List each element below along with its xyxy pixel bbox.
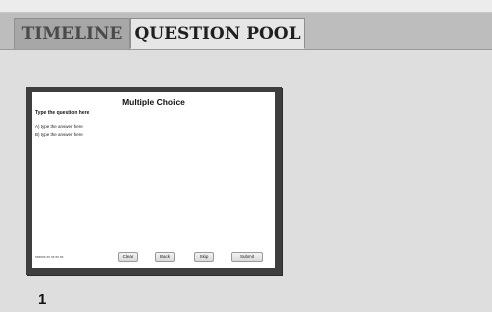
slide-clear-button: Clear [118, 252, 138, 262]
tab-timeline[interactable]: TIMELINE [14, 18, 130, 49]
slide-thumbnail[interactable]: Multiple Choice Type the question here A… [26, 87, 282, 275]
slide-footer-text: xxxxxx xx xx xx xx [35, 255, 64, 259]
tab-bar: TIMELINE QUESTION POOL [0, 13, 492, 50]
slide-number: 1 [38, 291, 47, 308]
answer-text-b: B) type the answer here [35, 132, 83, 137]
answer-option-b: B) type the answer here [35, 132, 83, 137]
slide-skip-button: Skip [194, 252, 214, 262]
slide-submit-button: Submit [231, 252, 263, 262]
slide-back-button: Back [155, 252, 175, 262]
slide-preview: Multiple Choice Type the question here A… [32, 92, 275, 268]
window-top-strip [0, 0, 492, 13]
answer-text-a: A) type the answer here [35, 124, 83, 129]
tab-question-pool[interactable]: QUESTION POOL [130, 18, 305, 49]
answer-option-a: A) type the answer here [35, 124, 83, 129]
slide-question-text: Type the question here [35, 110, 90, 116]
slide-title: Multiple Choice [122, 97, 185, 107]
